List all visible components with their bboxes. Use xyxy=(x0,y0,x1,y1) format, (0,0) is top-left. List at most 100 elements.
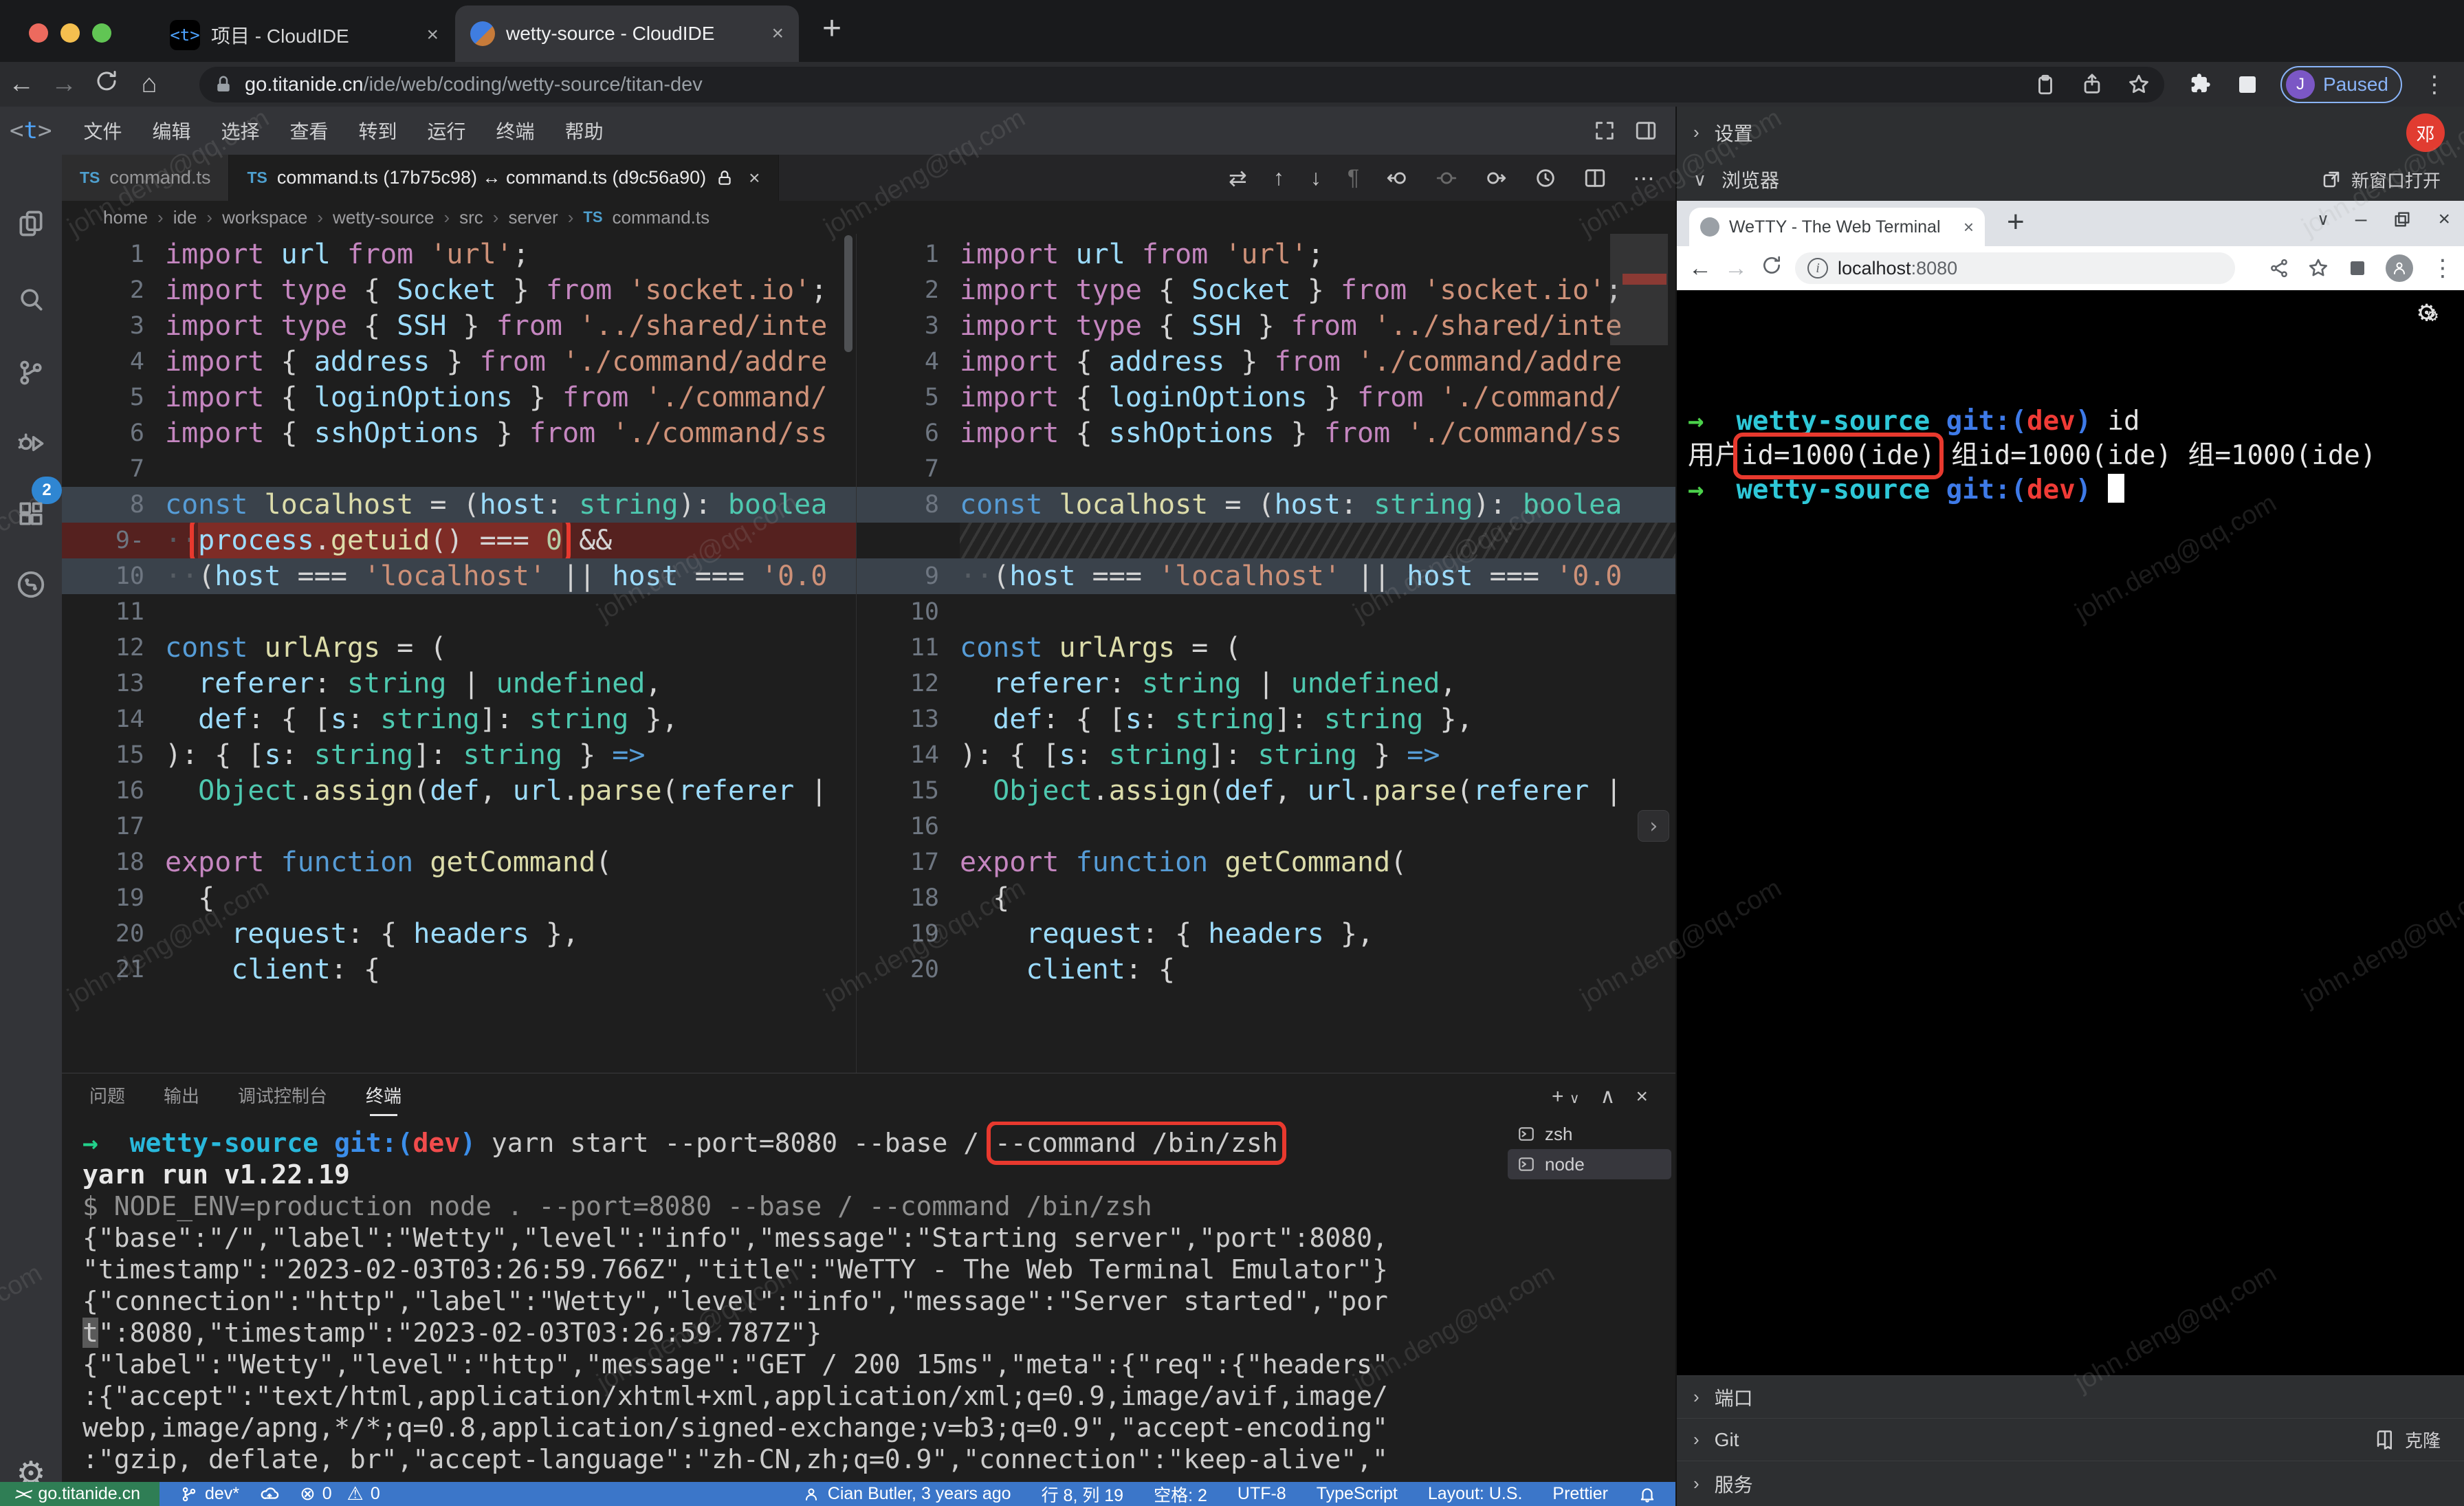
tab-debug-console[interactable]: 调试控制台 xyxy=(238,1082,327,1108)
bookmark-star-icon[interactable] xyxy=(2127,73,2150,96)
terminal-instance-node[interactable]: node xyxy=(1508,1149,1671,1179)
wetty-terminal[interactable]: ⚙⚙ → wetty-source git:(dev) id用户id=1000(… xyxy=(1677,290,2464,1375)
line-number[interactable]: 20 xyxy=(62,916,165,952)
minimize-icon[interactable]: – xyxy=(2355,208,2367,231)
info-icon[interactable]: i xyxy=(1807,258,1828,279)
git-graph-icon[interactable] xyxy=(15,569,47,600)
indentation[interactable]: 空格: 2 xyxy=(1154,1482,1207,1506)
line-number[interactable]: 11 xyxy=(857,630,960,666)
browser-menu-icon[interactable]: ⋮ xyxy=(2431,254,2454,282)
forward-icon[interactable]: → xyxy=(43,69,85,99)
line-number[interactable]: 5 xyxy=(62,380,165,415)
split-editor-icon[interactable] xyxy=(1583,166,1607,190)
blame-info[interactable]: Cian Butler, 3 years ago xyxy=(803,1484,1011,1504)
fullscreen-icon[interactable] xyxy=(1593,119,1616,142)
tab-terminal[interactable]: 终端 xyxy=(366,1082,402,1108)
sync-indicator[interactable] xyxy=(260,1485,279,1504)
search-icon[interactable] xyxy=(16,284,46,314)
line-number[interactable]: 2 xyxy=(62,272,165,308)
breadcrumb[interactable]: home› ide› workspace› wetty-source› src›… xyxy=(62,201,1675,234)
embedded-tab[interactable]: WeTTY - The Web Terminal × xyxy=(1689,208,1985,246)
clone-button[interactable]: 克隆 xyxy=(2375,1427,2464,1452)
line-number[interactable]: 14 xyxy=(857,737,960,773)
close-window-button[interactable] xyxy=(29,23,48,43)
section-browser[interactable]: ∨ 浏览器 新窗口打开 xyxy=(1677,158,2464,201)
wetty-settings-gear-icon[interactable]: ⚙⚙ xyxy=(2418,297,2438,326)
line-number[interactable]: 15 xyxy=(857,773,960,809)
open-new-window-button[interactable]: 新窗口打开 xyxy=(2321,167,2464,193)
diff-editor[interactable]: 1import url from 'url';2import type { So… xyxy=(62,234,1675,1073)
minimize-window-button[interactable] xyxy=(60,23,80,43)
menu-terminal[interactable]: 终端 xyxy=(481,117,550,144)
diff-pane-original[interactable]: 1import url from 'url';2import type { So… xyxy=(62,234,856,1073)
problems-indicator[interactable]: ⊗0 ⚠0 xyxy=(300,1483,380,1505)
revert-left-icon[interactable] xyxy=(1385,166,1409,190)
new-tab-button[interactable]: + xyxy=(2007,205,2025,239)
line-number[interactable]: 16 xyxy=(857,809,960,844)
previous-diff-icon[interactable]: ↑ xyxy=(1273,165,1284,190)
new-terminal-icon[interactable]: + ∨ xyxy=(1552,1085,1580,1109)
git-branch-indicator[interactable]: dev* xyxy=(180,1484,239,1504)
terminal-instance-zsh[interactable]: zsh xyxy=(1508,1119,1671,1149)
bookmark-star-icon[interactable] xyxy=(2307,257,2329,279)
menu-view[interactable]: 查看 xyxy=(275,117,344,144)
menu-run[interactable]: 运行 xyxy=(412,117,481,144)
line-number[interactable]: 21 xyxy=(62,952,165,987)
line-number[interactable]: 5 xyxy=(857,380,960,415)
remote-indicator[interactable]: >< go.titanide.cn xyxy=(0,1482,160,1506)
right-pane-scrollbar[interactable] xyxy=(1610,234,1668,345)
explorer-icon[interactable] xyxy=(16,208,46,239)
section-settings[interactable]: › 设置 邓 xyxy=(1677,107,2464,158)
line-number[interactable]: 18 xyxy=(857,880,960,916)
line-number[interactable]: 19 xyxy=(857,916,960,952)
apply-right-icon[interactable] xyxy=(1484,166,1508,190)
source-control-icon[interactable] xyxy=(16,358,46,388)
line-number[interactable]: 17 xyxy=(62,809,165,844)
whitespace-icon[interactable]: ¶ xyxy=(1348,165,1359,190)
more-actions-icon[interactable]: ⋯ xyxy=(1633,165,1655,191)
line-number[interactable]: 19 xyxy=(62,880,165,916)
layout-icon[interactable] xyxy=(1634,119,1658,142)
line-number[interactable]: 8 xyxy=(857,487,960,523)
line-number[interactable]: 6 xyxy=(62,415,165,451)
share-nodes-icon[interactable] xyxy=(2269,258,2289,279)
zoom-window-button[interactable] xyxy=(92,23,111,43)
profile-icon[interactable] xyxy=(2386,254,2413,282)
menu-help[interactable]: 帮助 xyxy=(550,117,619,144)
line-number[interactable]: 10 xyxy=(62,558,165,594)
browser-menu-icon[interactable]: ⋮ xyxy=(2423,71,2446,98)
close-tab-icon[interactable]: × xyxy=(749,167,760,189)
dropdown-caret-icon[interactable]: ∨ xyxy=(2317,210,2329,230)
window-controls[interactable] xyxy=(29,23,111,43)
line-number[interactable]: 18 xyxy=(62,844,165,880)
line-number[interactable]: 13 xyxy=(62,666,165,701)
extensions-puzzle-icon[interactable] xyxy=(2188,72,2214,98)
menu-file[interactable]: 文件 xyxy=(68,117,137,144)
extensions-icon[interactable] xyxy=(16,499,46,529)
keyboard-layout[interactable]: Layout: U.S. xyxy=(1428,1484,1523,1504)
profile-badge[interactable]: J Paused xyxy=(2280,66,2402,103)
line-number[interactable]: 17 xyxy=(857,844,960,880)
encoding[interactable]: UTF-8 xyxy=(1238,1484,1286,1504)
browser-tab-wetty[interactable]: wetty-source - CloudIDE × xyxy=(455,6,799,62)
line-number[interactable]: 3 xyxy=(857,308,960,344)
line-number[interactable]: 13 xyxy=(857,701,960,737)
side-panel-icon[interactable] xyxy=(2235,72,2260,97)
editor-tab-diff[interactable]: TS command.ts (17b75c98) ↔ command.ts (d… xyxy=(229,155,778,201)
current-change-icon[interactable] xyxy=(1435,166,1458,190)
timeline-icon[interactable] xyxy=(1534,166,1557,190)
line-number[interactable]: 14 xyxy=(62,701,165,737)
cursor-position[interactable]: 行 8, 列 19 xyxy=(1042,1482,1124,1506)
section-services[interactable]: › 服务 xyxy=(1677,1461,2464,1506)
menu-selection[interactable]: 选择 xyxy=(206,117,274,144)
formatter[interactable]: Prettier xyxy=(1552,1484,1608,1504)
line-number[interactable]: 4 xyxy=(857,344,960,380)
browser-tab-project[interactable]: <t> 项目 - CloudIDE × xyxy=(155,8,454,62)
left-pane-scrollbar[interactable] xyxy=(844,235,852,352)
reload-icon[interactable] xyxy=(1754,254,1790,283)
next-diff-icon[interactable]: ↓ xyxy=(1310,165,1321,190)
line-number[interactable]: 4 xyxy=(62,344,165,380)
home-icon[interactable]: ⌂ xyxy=(128,69,170,99)
line-number[interactable]: 8 xyxy=(62,487,165,523)
open-file-icon[interactable]: ⇄ xyxy=(1229,165,1247,191)
